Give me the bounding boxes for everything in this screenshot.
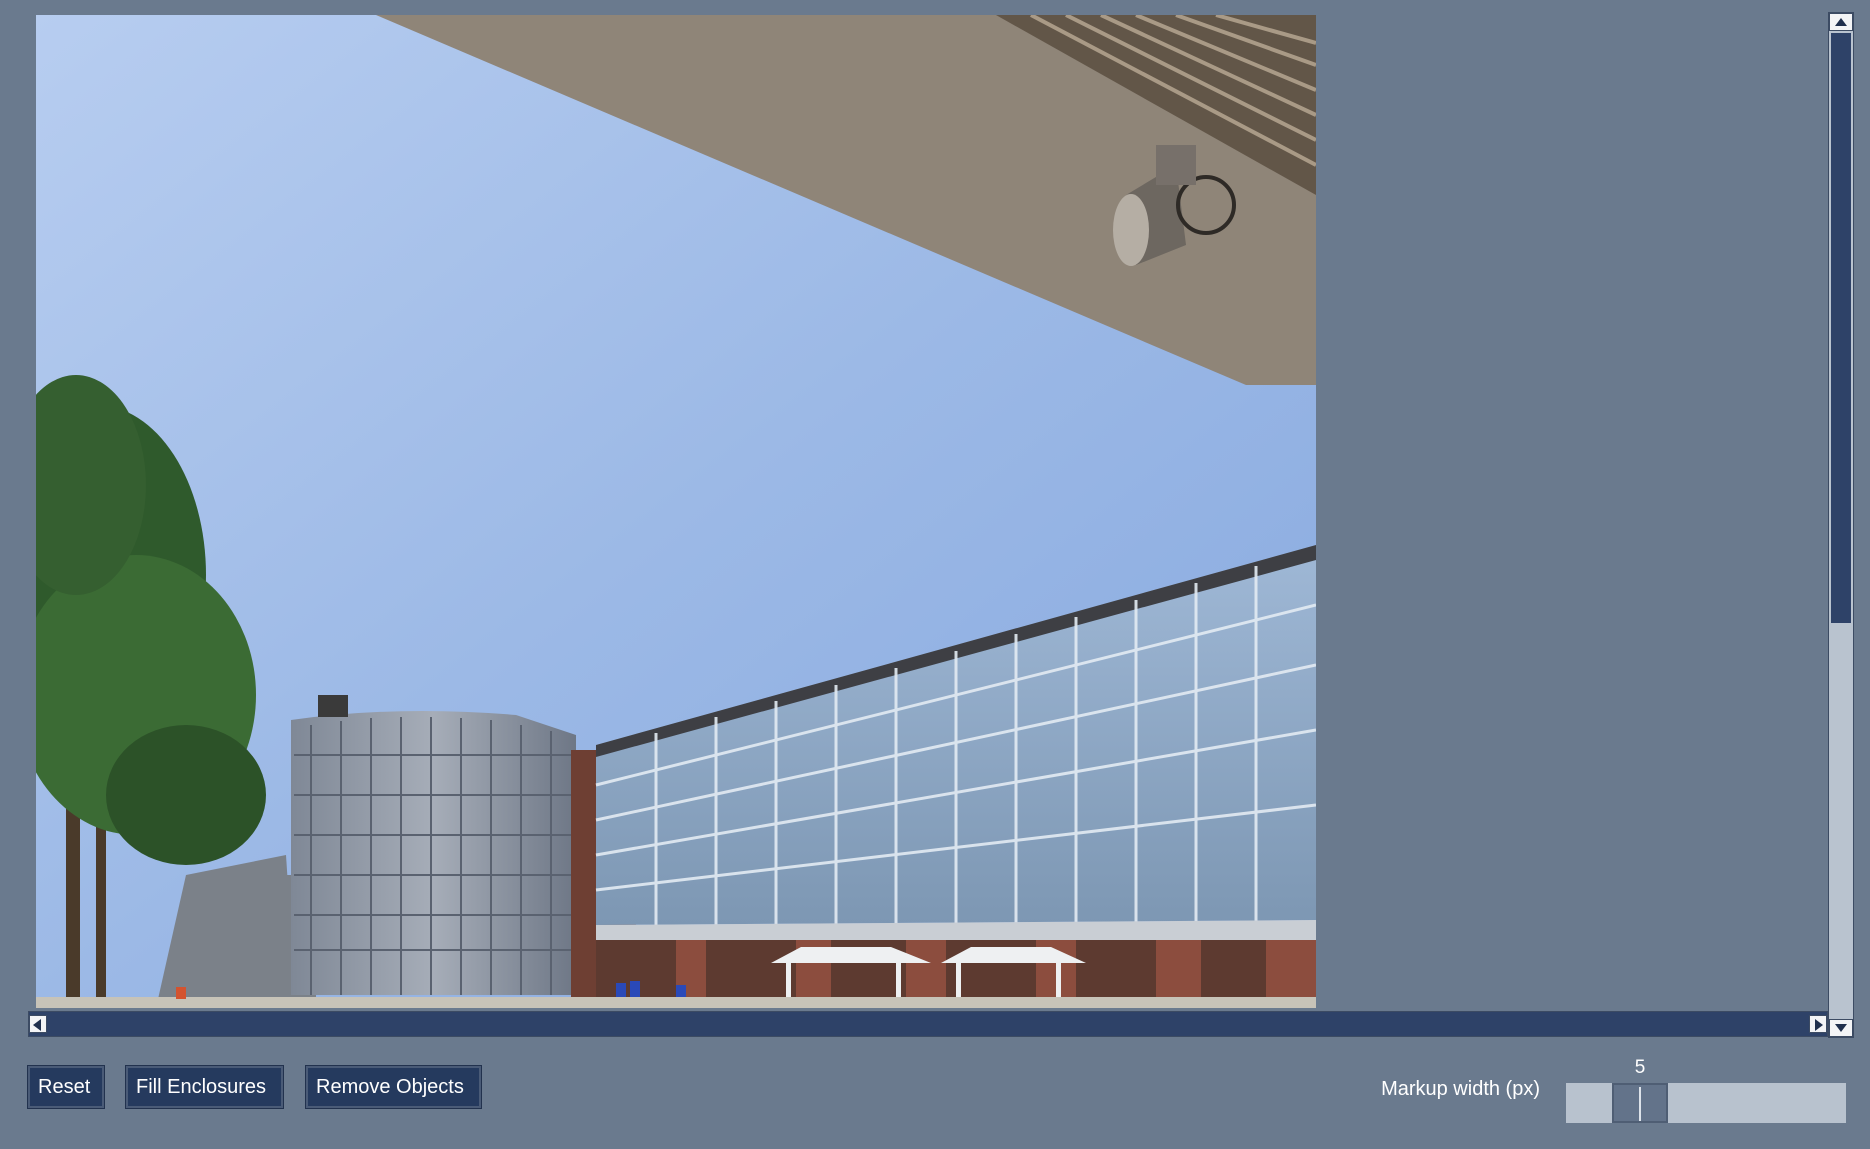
scroll-up-button[interactable] bbox=[1829, 13, 1853, 31]
scroll-left-button[interactable] bbox=[29, 1015, 47, 1033]
slider-grip-icon bbox=[1639, 1087, 1641, 1121]
arrow-left-icon bbox=[33, 1019, 41, 1031]
fill-enclosures-button[interactable]: Fill Enclosures bbox=[126, 1066, 283, 1108]
markup-width-slider[interactable] bbox=[1566, 1083, 1846, 1123]
horizontal-scrollbar[interactable] bbox=[28, 1011, 1828, 1037]
scroll-right-button[interactable] bbox=[1809, 1015, 1827, 1033]
arrow-down-icon bbox=[1835, 1024, 1847, 1032]
cylinder-building bbox=[291, 695, 576, 995]
markup-width-label: Markup width (px) bbox=[1381, 1078, 1540, 1100]
scroll-down-button[interactable] bbox=[1829, 1019, 1853, 1037]
arrow-up-icon bbox=[1835, 18, 1847, 26]
reset-button[interactable]: Reset bbox=[28, 1066, 104, 1108]
image-canvas[interactable] bbox=[36, 15, 1316, 1008]
remove-objects-button[interactable]: Remove Objects bbox=[306, 1066, 481, 1108]
vertical-scrollbar[interactable] bbox=[1828, 12, 1854, 1038]
markup-width-value: 5 bbox=[1634, 1057, 1646, 1078]
photo bbox=[36, 15, 1316, 1008]
vertical-scroll-thumb[interactable] bbox=[1831, 33, 1851, 623]
arrow-right-icon bbox=[1815, 1019, 1823, 1031]
markup-width-slider-handle[interactable] bbox=[1612, 1083, 1668, 1123]
